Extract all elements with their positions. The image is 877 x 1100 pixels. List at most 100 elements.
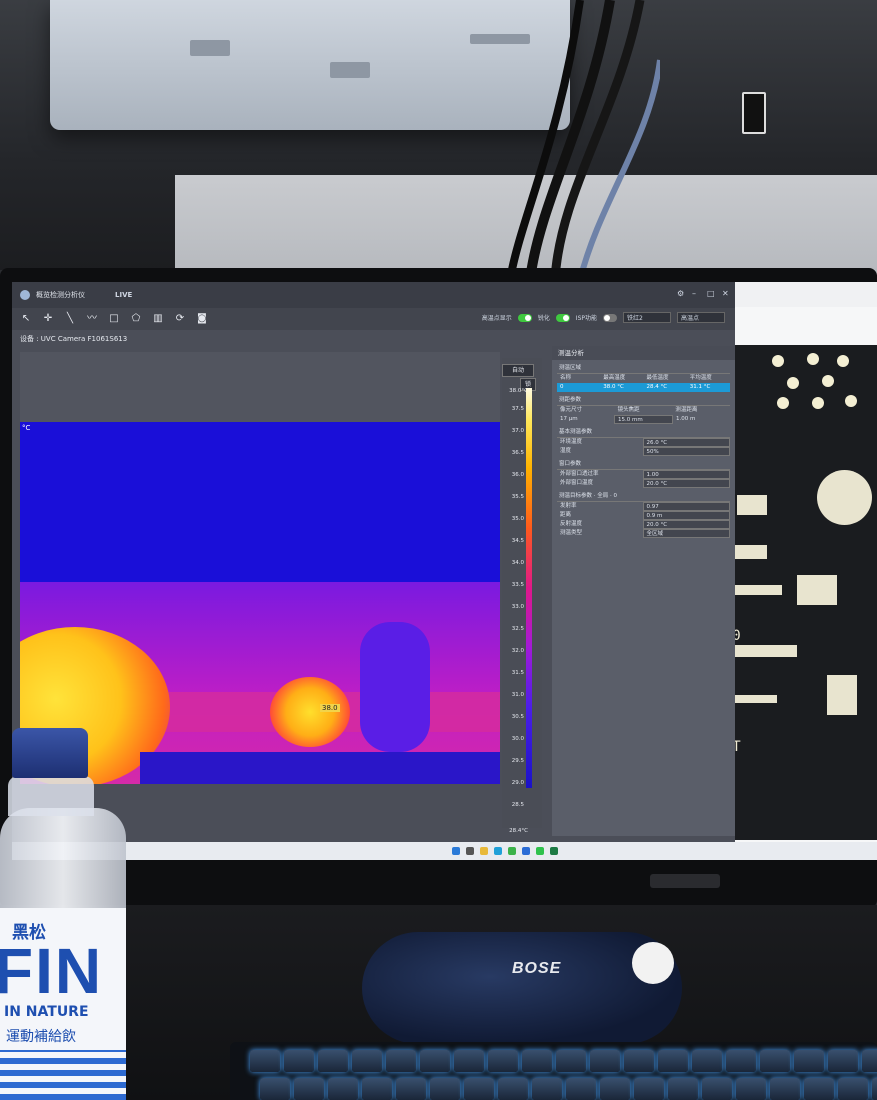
speaker-brand: BOSE — [512, 960, 562, 977]
bottle-cap — [12, 728, 88, 778]
toggle-isp[interactable] — [603, 313, 617, 322]
keyboard-key — [702, 1078, 732, 1100]
camera-icon[interactable]: ◙ — [196, 313, 208, 325]
keyboard-key — [590, 1050, 620, 1072]
keyboard-key — [668, 1078, 698, 1100]
toggle-label-high-temp: 高温点显示 — [481, 315, 512, 322]
line-icon[interactable] — [535, 847, 544, 855]
section-title[interactable]: 测距参数 — [557, 395, 730, 406]
bottle-wave-pattern — [0, 1050, 126, 1100]
section-title[interactable]: 基本测温参数 — [557, 427, 730, 438]
table-cell: 0 — [560, 384, 564, 390]
rectangle-tool-icon[interactable]: □ — [108, 313, 120, 325]
section-title[interactable]: 测温区域 — [557, 363, 730, 374]
marker-dropdown[interactable]: 高温点 — [677, 312, 725, 323]
chrome-icon[interactable] — [507, 847, 516, 855]
table-row[interactable]: 反射温度 20.0 °C — [557, 520, 730, 529]
keyboard-key — [328, 1078, 358, 1100]
app-logo-icon — [20, 290, 30, 300]
pointer-tool-icon[interactable]: ↖ — [20, 313, 32, 325]
edge-icon[interactable] — [493, 847, 502, 855]
table-cell: 31.1 °C — [689, 384, 711, 390]
scale-mode-button[interactable]: 自动 — [502, 364, 534, 377]
scale-tick-label: 35.5 — [511, 494, 524, 500]
start-icon[interactable] — [451, 847, 460, 855]
title-bar: 概览检测分析仪 LIVE ⚙ – □ ✕ — [12, 282, 735, 308]
polygon-tool-icon[interactable]: ⬠ — [130, 313, 142, 325]
excel-icon[interactable] — [549, 847, 558, 855]
keyboard-key — [430, 1078, 460, 1100]
panel-section: 测距参数 像元尺寸 镜头焦距 测温距离 17 μm 15.0 mm 1.00 m — [557, 395, 730, 424]
color-gradient-bar — [526, 388, 532, 788]
section-header-row: 名称 最高温度 最低温度 平均温度 — [557, 374, 730, 383]
table-cell: 38.0 °C — [603, 384, 624, 390]
scale-tick-label: 30.5 — [511, 714, 524, 720]
close-icon[interactable]: ✕ — [722, 290, 729, 298]
line-tool-icon[interactable]: ╲ — [64, 313, 76, 325]
live-tab[interactable]: LIVE — [115, 291, 132, 299]
search-icon[interactable] — [465, 847, 474, 855]
keyboard — [230, 1042, 877, 1100]
table-row[interactable]: 距离 0.9 m — [557, 511, 730, 520]
table-cell: 全区域 — [642, 529, 730, 538]
scale-tick-label: 32.5 — [511, 626, 524, 632]
header-cell: 名称 — [560, 375, 572, 381]
keyboard-key — [260, 1078, 290, 1100]
table-row[interactable]: 17 μm 15.0 mm 1.00 m — [557, 415, 730, 424]
toggle-high-temp[interactable] — [517, 313, 532, 322]
table-cell: 测温类型 — [560, 530, 583, 536]
taskbar — [12, 842, 877, 860]
table-cell: 50% — [642, 447, 730, 456]
section-header-row: 像元尺寸 镜头焦距 测温距离 — [557, 406, 730, 415]
scale-tick-label: 31.0 — [511, 692, 524, 698]
minimize-icon[interactable]: – — [692, 290, 699, 298]
settings-icon[interactable]: ⚙ — [677, 290, 684, 298]
table-cell: 距离 — [560, 512, 572, 518]
panel-section: 窗口参数 外部窗口透过率 1.00 外部窗口温度 20.0 °C — [557, 459, 730, 488]
section-title[interactable]: 窗口参数 — [557, 459, 730, 470]
keyboard-key — [498, 1078, 528, 1100]
monitor-brand-plate — [650, 874, 720, 888]
thermal-viewer[interactable]: °C 38.0 — [20, 352, 500, 784]
bottle-tagline: IN NATURE — [4, 1004, 89, 1020]
chart-tool-icon[interactable]: ▥ — [152, 313, 164, 325]
header-cell: 像元尺寸 — [560, 407, 583, 413]
table-row[interactable]: 湿度 50% — [557, 447, 730, 456]
keyboard-key — [396, 1078, 426, 1100]
header-cell: 最低温度 — [646, 375, 669, 381]
cables — [506, 0, 660, 280]
table-row[interactable]: 环境温度 26.0 °C — [557, 438, 730, 447]
bottle-brand: FIN — [0, 935, 104, 1007]
table-row[interactable]: 0 38.0 °C 28.4 °C 31.1 °C — [557, 383, 730, 392]
keyboard-key — [362, 1078, 392, 1100]
toggle-sharpen[interactable] — [555, 313, 570, 322]
table-cell: 0.9 m — [642, 511, 730, 520]
refresh-icon[interactable]: ⟳ — [174, 313, 186, 325]
point-tool-icon[interactable]: ✛ — [42, 313, 54, 325]
device-label: 设备 : UVC Camera F1061S613 — [20, 335, 128, 343]
keyboard-key — [736, 1078, 766, 1100]
explorer-icon[interactable] — [479, 847, 488, 855]
maximize-icon[interactable]: □ — [707, 290, 715, 298]
keyboard-key — [828, 1050, 858, 1072]
palette-dropdown[interactable]: 铁红2 — [623, 312, 671, 323]
table-cell: 反射温度 — [560, 521, 583, 527]
scale-tick-label: 34.0 — [511, 560, 524, 566]
keyboard-key — [284, 1050, 314, 1072]
table-row[interactable]: 发射率 0.97 — [557, 502, 730, 511]
table-cell: 湿度 — [560, 448, 572, 454]
app-icon[interactable] — [521, 847, 530, 855]
table-cell: 17 μm — [560, 416, 578, 422]
panel-title: 测温分析 — [552, 346, 735, 360]
table-row[interactable]: 外部窗口温度 20.0 °C — [557, 479, 730, 488]
keyboard-key — [532, 1078, 562, 1100]
scale-tick-label: 36.0 — [511, 472, 524, 478]
section-title[interactable]: 测温目标参数 · 全局 · 0 — [557, 491, 730, 502]
polyline-tool-icon[interactable]: 〰 — [86, 313, 98, 325]
color-scale: 自动 锁 38.0°C 37.5 37.0 36.5 36.0 35.5 35.0 34.5… — [502, 358, 542, 834]
table-row[interactable]: 测温类型 全区域 — [557, 529, 730, 538]
keyboard-key — [794, 1050, 824, 1072]
table-row[interactable]: 外部窗口透过率 1.00 — [557, 470, 730, 479]
panel-section: 测温区域 名称 最高温度 最低温度 平均温度 0 38.0 °C 28.4 °C 31.1 °C — [557, 363, 730, 392]
keyboard-key — [692, 1050, 722, 1072]
